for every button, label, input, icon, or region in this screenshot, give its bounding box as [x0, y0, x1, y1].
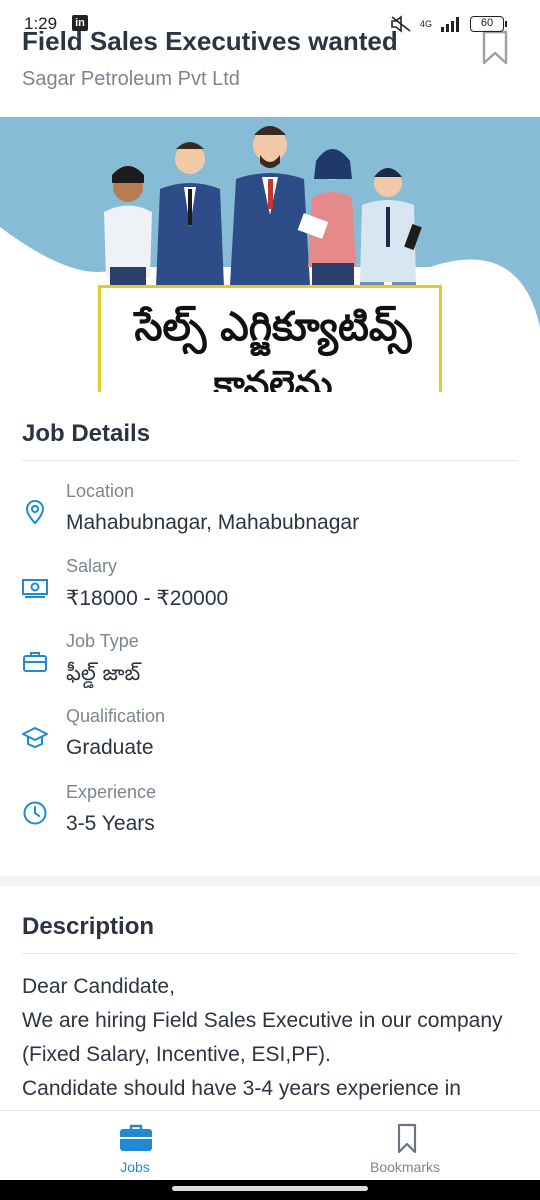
- job-details-title: Job Details: [22, 420, 151, 447]
- description-title: Description: [22, 913, 155, 940]
- banner-caption-box: సేల్స్ ఎగ్జిక్యూటివ్స్ కావలెను: [98, 285, 442, 392]
- money-icon: [22, 579, 48, 598]
- detail-label: Location: [66, 481, 135, 501]
- graduation-cap-icon: [22, 727, 48, 749]
- network-type: 4G: [419, 18, 432, 29]
- description-text: Dear Candidate, We are hiring Field Sale…: [22, 975, 503, 1100]
- detail-label: Job Type: [66, 631, 139, 651]
- banner-caption-line2: కావలెను: [213, 364, 333, 392]
- detail-value: 3-5 Years: [66, 812, 155, 835]
- company-name: Sagar Petroleum Pvt Ltd: [22, 68, 240, 90]
- clock-icon: [23, 801, 47, 825]
- nav-bookmarks[interactable]: Bookmarks: [305, 1111, 505, 1181]
- nav-label: Bookmarks: [369, 1159, 441, 1175]
- detail-label: Salary: [66, 556, 118, 576]
- nav-jobs[interactable]: Jobs: [35, 1111, 235, 1181]
- detail-qualification: Qualification Graduate: [0, 706, 540, 776]
- job-banner-image: సేల్స్ ఎగ్జిక్యూటివ్స్ కావలెను: [0, 117, 540, 392]
- section-separator: [0, 876, 540, 886]
- signal-icon: [441, 17, 459, 32]
- detail-experience: Experience 3-5 Years: [0, 782, 540, 852]
- gesture-handle[interactable]: [172, 1186, 368, 1191]
- detail-value: ₹18000 - ₹20000: [66, 587, 229, 610]
- detail-label: Experience: [66, 782, 157, 802]
- bookmark-icon: [397, 1123, 417, 1153]
- bottom-navigation: Jobs Bookmarks: [0, 1110, 540, 1180]
- status-time: 1:29: [24, 14, 58, 33]
- detail-value: Mahabubnagar, Mahabubnagar: [66, 511, 360, 534]
- divider: [22, 953, 518, 954]
- detail-value: Graduate: [66, 736, 154, 759]
- linkedin-icon: in: [72, 15, 88, 31]
- briefcase-icon: [120, 1124, 152, 1151]
- nav-label: Jobs: [120, 1159, 150, 1175]
- status-indicators: 4G 60: [390, 15, 507, 33]
- detail-job-type: Job Type ఫీల్డ్ జాబ్: [0, 631, 540, 701]
- detail-location: Location Mahabubnagar, Mahabubnagar: [0, 481, 540, 551]
- banner-caption-line1: సేల్స్ ఎగ్జిక్యూటివ్స్: [134, 304, 412, 350]
- detail-label: Qualification: [66, 706, 166, 726]
- detail-value: ఫీల్డ్ జాబ్: [66, 661, 141, 685]
- divider: [22, 460, 518, 461]
- mute-icon: [391, 15, 411, 33]
- briefcase-icon: [23, 652, 47, 672]
- status-bar: 1:29 in 4G 60: [0, 0, 540, 40]
- battery-indicator: 60: [470, 16, 507, 32]
- detail-salary: Salary ₹18000 - ₹20000: [0, 556, 540, 626]
- location-pin-icon: [25, 499, 45, 525]
